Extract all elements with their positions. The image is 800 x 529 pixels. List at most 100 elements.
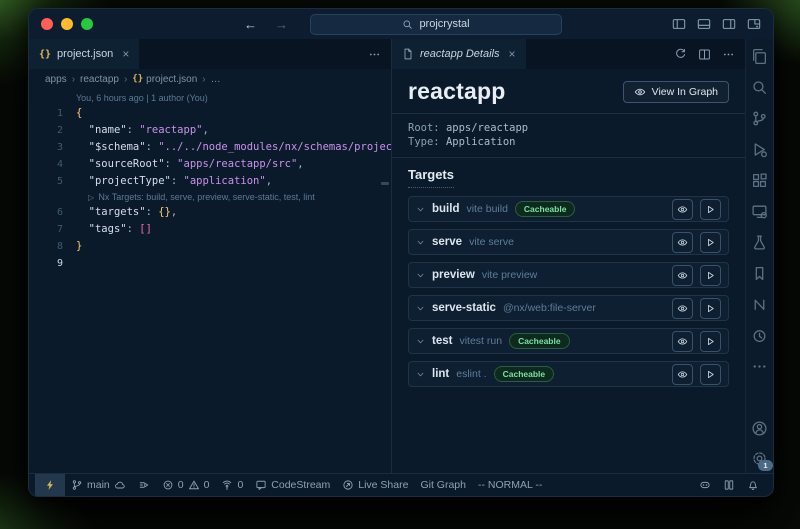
codelens-line[interactable]: You, 6 hours ago | 1 author (You) bbox=[29, 91, 391, 105]
activity-settings[interactable]: 1 bbox=[751, 450, 768, 467]
split-button[interactable] bbox=[698, 48, 711, 61]
target-name: serve-static bbox=[432, 302, 496, 314]
code-line[interactable]: 4 "sourceRoot": "apps/reactapp/src", bbox=[29, 156, 391, 173]
status-remote-indicator[interactable] bbox=[35, 474, 65, 496]
breadcrumb-item[interactable]: … bbox=[211, 74, 221, 85]
search-box[interactable]: projcrystal bbox=[310, 14, 562, 35]
code-text: "targets": {}, bbox=[76, 204, 177, 221]
layout-customize-button[interactable] bbox=[747, 17, 761, 31]
status-ports[interactable]: 0 bbox=[215, 474, 249, 496]
run-target-button[interactable] bbox=[700, 265, 721, 286]
run-target-button[interactable] bbox=[700, 364, 721, 385]
line-number bbox=[29, 190, 76, 204]
view-target-button[interactable] bbox=[672, 331, 693, 352]
codelens-line[interactable]: ▷ Nx Targets: build, serve, preview, ser… bbox=[29, 190, 391, 204]
layout-right-button[interactable] bbox=[722, 17, 736, 31]
status-git-graph[interactable]: Git Graph bbox=[414, 474, 472, 496]
code-line[interactable]: 8} bbox=[29, 238, 391, 255]
run-target-button[interactable] bbox=[700, 331, 721, 352]
branch-icon bbox=[71, 479, 83, 491]
line-number: 1 bbox=[29, 105, 76, 122]
layout-bottom-button[interactable] bbox=[697, 17, 711, 31]
search-icon bbox=[402, 19, 413, 30]
activity-run-debug[interactable] bbox=[751, 141, 768, 158]
status-live-share[interactable]: Live Share bbox=[336, 474, 414, 496]
activity-bookmarks[interactable] bbox=[751, 265, 768, 282]
tab-reactapp-details[interactable]: reactapp Details × bbox=[392, 39, 526, 69]
view-target-button[interactable] bbox=[672, 265, 693, 286]
run-target-button[interactable] bbox=[700, 232, 721, 253]
breadcrumb-separator: › bbox=[72, 74, 75, 85]
run-target-button[interactable] bbox=[700, 199, 721, 220]
code-line[interactable]: 7 "tags": [] bbox=[29, 221, 391, 238]
code-editor[interactable]: You, 6 hours ago | 1 author (You)1{2 "na… bbox=[29, 89, 391, 473]
tab-project-json[interactable]: {} project.json × bbox=[29, 39, 139, 69]
status-run-task[interactable] bbox=[132, 474, 156, 496]
activity-accounts[interactable] bbox=[751, 420, 768, 437]
activity-extensions[interactable] bbox=[751, 172, 768, 189]
run-target-button[interactable] bbox=[700, 298, 721, 319]
chevron-down-icon[interactable] bbox=[416, 205, 425, 214]
chevron-down-icon[interactable] bbox=[416, 337, 425, 346]
breadcrumb-item[interactable]: {}project.json bbox=[132, 74, 197, 85]
view-in-graph-button[interactable]: View In Graph bbox=[623, 81, 729, 103]
cloud-icon bbox=[114, 479, 126, 491]
code-line[interactable]: 3 "$schema": "../../node_modules/nx/sche… bbox=[29, 139, 391, 156]
activity-remote-explorer[interactable] bbox=[751, 203, 768, 220]
breadcrumb-item[interactable]: reactapp bbox=[80, 74, 119, 85]
chevron-down-icon[interactable] bbox=[416, 271, 425, 280]
status-git-branch[interactable]: main bbox=[65, 474, 132, 496]
close-tab-icon[interactable]: × bbox=[122, 47, 129, 61]
cacheable-badge: Cacheable bbox=[494, 366, 555, 382]
status-codestream[interactable]: CodeStream bbox=[249, 474, 336, 496]
activity-source-control[interactable] bbox=[751, 110, 768, 127]
bell-icon bbox=[747, 479, 759, 491]
activity-explorer[interactable] bbox=[751, 48, 768, 65]
tab-label: reactapp Details bbox=[420, 48, 500, 60]
status-formatter[interactable] bbox=[717, 474, 741, 496]
status-problems[interactable]: 00 bbox=[156, 474, 216, 496]
target-command: vite preview bbox=[482, 269, 537, 281]
status-text: Git Graph bbox=[420, 479, 466, 491]
forward-button[interactable]: → bbox=[271, 17, 292, 32]
tab-bar-right: reactapp Details × bbox=[392, 39, 745, 69]
warning-icon bbox=[188, 479, 200, 491]
minimize-window-button[interactable] bbox=[61, 18, 73, 30]
code-line[interactable]: 1{ bbox=[29, 105, 391, 122]
view-target-button[interactable] bbox=[672, 364, 693, 385]
target-name: preview bbox=[432, 269, 475, 281]
layout-left-button[interactable] bbox=[672, 17, 686, 31]
view-target-button[interactable] bbox=[672, 298, 693, 319]
status-copilot[interactable] bbox=[693, 474, 717, 496]
back-button[interactable]: ← bbox=[240, 17, 261, 32]
close-window-button[interactable] bbox=[41, 18, 53, 30]
activity-nx-console[interactable] bbox=[751, 296, 768, 313]
breadcrumb-item[interactable]: apps bbox=[45, 74, 67, 85]
refresh-button[interactable] bbox=[674, 48, 687, 61]
code-line[interactable]: 2 "name": "reactapp", bbox=[29, 122, 391, 139]
close-tab-icon[interactable]: × bbox=[509, 47, 516, 61]
code-line[interactable]: 9 bbox=[29, 255, 391, 272]
ellipsis-button[interactable] bbox=[722, 48, 735, 61]
maximize-window-button[interactable] bbox=[81, 18, 93, 30]
code-line[interactable]: 6 "targets": {}, bbox=[29, 204, 391, 221]
status-vim-mode[interactable]: -- NORMAL -- bbox=[472, 474, 548, 496]
breadcrumb-separator: › bbox=[124, 74, 127, 85]
chevron-down-icon[interactable] bbox=[416, 238, 425, 247]
activity-timeline[interactable] bbox=[751, 327, 768, 344]
view-target-button[interactable] bbox=[672, 199, 693, 220]
code-line[interactable]: 5 "projectType": "application", bbox=[29, 173, 391, 190]
activity-testing[interactable] bbox=[751, 234, 768, 251]
view-target-button[interactable] bbox=[672, 232, 693, 253]
scrollbar-thumb[interactable] bbox=[381, 182, 389, 185]
status-notifications[interactable] bbox=[741, 474, 765, 496]
copilot-icon bbox=[699, 479, 711, 491]
activity-more-views[interactable] bbox=[751, 358, 768, 375]
activity-search[interactable] bbox=[751, 79, 768, 96]
ellipsis-button[interactable] bbox=[368, 48, 381, 61]
status-text: CodeStream bbox=[271, 479, 330, 491]
chevron-down-icon[interactable] bbox=[416, 304, 425, 313]
code-text: "$schema": "../../node_modules/nx/schema… bbox=[76, 139, 391, 156]
code-text: "sourceRoot": "apps/reactapp/src", bbox=[76, 156, 304, 173]
chevron-down-icon[interactable] bbox=[416, 370, 425, 379]
